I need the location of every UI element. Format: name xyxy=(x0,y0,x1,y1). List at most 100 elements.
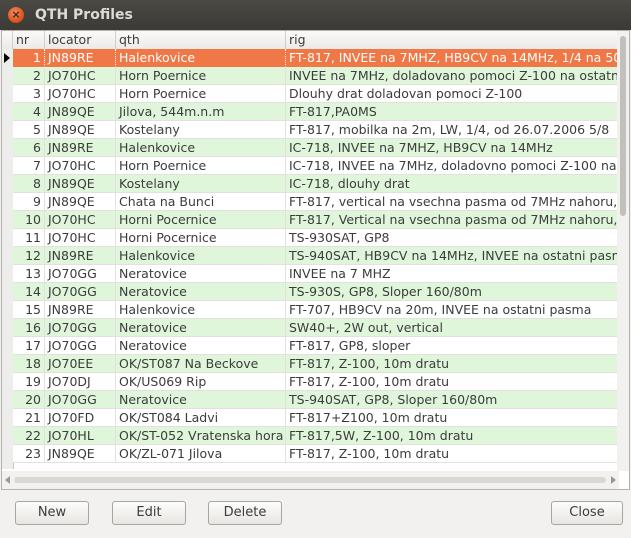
table-row[interactable]: 9 JN89QE Chata na Bunci FT-817, vertical na… xyxy=(13,193,619,211)
current-row-arrow-icon xyxy=(4,53,10,63)
cell-nr: 18 xyxy=(13,355,45,373)
delete-button[interactable]: Delete xyxy=(208,501,282,525)
cell-qth: Jilova, 544m.n.m xyxy=(116,103,286,121)
edit-button[interactable]: Edit xyxy=(112,501,186,525)
table-row[interactable]: 12 JN89RE Halenkovice TS-940SAT, HB9CV na 1… xyxy=(13,247,619,265)
cell-locator: JO70GG xyxy=(45,319,116,337)
table-row[interactable]: 22 JO70HL OK/ST-052 Vratenska hora FT-817,5… xyxy=(13,427,619,445)
cell-nr: 21 xyxy=(13,409,45,427)
table-row[interactable]: 14 JO70GG Neratovice TS-930S, GP8, Sloper 1… xyxy=(13,283,619,301)
cell-nr: 11 xyxy=(13,229,45,247)
cell-rig: FT-817, Z-100, 10m dratu xyxy=(286,355,619,373)
cell-locator: JO70HC xyxy=(45,229,116,247)
cell-nr: 13 xyxy=(13,265,45,283)
horizontal-scrollbar-track[interactable] xyxy=(14,477,606,483)
cell-qth: OK/ST-052 Vratenska hora xyxy=(116,427,286,445)
cell-qth: OK/ST084 Ladvi xyxy=(116,409,286,427)
cell-locator: JN89QE xyxy=(45,193,116,211)
cell-rig: FT-707, HB9CV na 20m, INVEE na ostatni p… xyxy=(286,301,619,319)
cell-qth: Neratovice xyxy=(116,337,286,355)
row-header-corner xyxy=(2,31,13,49)
cell-locator: JN89RE xyxy=(45,139,116,157)
table-row[interactable]: 11 JO70HC Horni Pocernice TS-930SAT, GP8 xyxy=(13,229,619,247)
cell-rig: FT-817, INVEE na 7MHZ, HB9CV na 14MHz, 1… xyxy=(286,49,619,67)
table-row[interactable]: 3 JO70HC Horn Poernice Dlouhy drat doladova… xyxy=(13,85,619,103)
cell-locator: JO70HC xyxy=(45,85,116,103)
cell-qth: Kostelany xyxy=(116,175,286,193)
cell-locator: JO70GG xyxy=(45,283,116,301)
table-row[interactable]: 18 JO70EE OK/ST087 Na Beckove FT-817, Z-100… xyxy=(13,355,619,373)
cell-rig: FT-817,PA0MS xyxy=(286,103,619,121)
cell-locator: JN89RE xyxy=(45,49,116,67)
qth-profiles-table[interactable]: nr locator qth rig 1 JN89RE Halenkovice FT-… xyxy=(1,30,630,490)
table-row[interactable]: 1 JN89RE Halenkovice FT-817, INVEE na 7MHZ,… xyxy=(13,49,619,67)
cell-rig: TS-940SAT, GP8, Sloper 160/80m xyxy=(286,391,619,409)
cell-rig: Dlouhy drat doladovan pomoci Z-100 xyxy=(286,85,619,103)
cell-locator: JO70HC xyxy=(45,67,116,85)
table-row[interactable]: 20 JO70GG Neratovice TS-940SAT, GP8, Sloper… xyxy=(13,391,619,409)
table-row[interactable]: 17 JO70GG Neratovice FT-817, GP8, sloper xyxy=(13,337,619,355)
cell-rig: FT-817+Z100, 10m dratu xyxy=(286,409,619,427)
cell-rig: INVEE na 7 MHZ xyxy=(286,265,619,283)
cell-qth: Halenkovice xyxy=(116,49,286,67)
column-header-qth[interactable]: qth xyxy=(116,31,286,49)
close-icon[interactable]: × xyxy=(8,7,24,23)
table-row[interactable]: 2 JO70HC Horn Poernice INVEE na 7MHz, dolad… xyxy=(13,67,619,85)
table-row[interactable]: 13 JO70GG Neratovice INVEE na 7 MHZ xyxy=(13,265,619,283)
cell-locator: JO70EE xyxy=(45,355,116,373)
cell-qth: Horn Poernice xyxy=(116,67,286,85)
table-row[interactable]: 23 JN89QE OK/ZL-071 Jilova FT-817, Z-100, 1… xyxy=(13,445,619,463)
cell-nr: 3 xyxy=(13,85,45,103)
cell-locator: JO70GG xyxy=(45,337,116,355)
cell-rig: FT-817, Z-100, 10m dratu xyxy=(286,445,619,463)
table-row[interactable]: 7 JO70HC Horn Poernice IC-718, INVEE na 7MH… xyxy=(13,157,619,175)
close-button[interactable]: Close xyxy=(551,501,623,525)
table-row[interactable]: 10 JO70HC Horni Pocernice FT-817, Vertical … xyxy=(13,211,619,229)
cell-locator: JN89RE xyxy=(45,247,116,265)
new-button[interactable]: New xyxy=(15,501,89,525)
cell-qth: Halenkovice xyxy=(116,247,286,265)
cell-rig: FT-817, vertical na vsechna pasma od 7MH… xyxy=(286,193,619,211)
cell-locator: JO70FD xyxy=(45,409,116,427)
cell-nr: 12 xyxy=(13,247,45,265)
cell-nr: 20 xyxy=(13,391,45,409)
cell-rig: TS-940SAT, HB9CV na 14MHz, INVEE na osta… xyxy=(286,247,619,265)
vertical-scrollbar-thumb[interactable] xyxy=(620,36,626,216)
vertical-scrollbar[interactable] xyxy=(617,31,629,471)
table-row[interactable]: 19 JO70DJ OK/US069 Rip FT-817, Z-100, 10m d… xyxy=(13,373,619,391)
cell-qth: Kostelany xyxy=(116,121,286,139)
cell-rig: FT-817, mobilka na 2m, LW, 1/4, od 26.07… xyxy=(286,121,619,139)
table-row[interactable]: 6 JN89RE Halenkovice IC-718, INVEE na 7MHZ,… xyxy=(13,139,619,157)
cell-qth: Halenkovice xyxy=(116,139,286,157)
cell-qth: Neratovice xyxy=(116,265,286,283)
cell-nr: 19 xyxy=(13,373,45,391)
table-row[interactable]: 4 JN89QE Jilova, 544m.n.m FT-817,PA0MS xyxy=(13,103,619,121)
cell-rig: IC-718, INVEE na 7MHz, doladovno pomoci … xyxy=(286,157,619,175)
table-row[interactable]: 5 JN89QE Kostelany FT-817, mobilka na 2m, L… xyxy=(13,121,619,139)
column-header-locator[interactable]: locator xyxy=(45,31,116,49)
cell-nr: 8 xyxy=(13,175,45,193)
cell-qth: Horni Pocernice xyxy=(116,211,286,229)
scroll-right-arrow-icon[interactable] xyxy=(611,476,616,484)
cell-nr: 6 xyxy=(13,139,45,157)
column-header-rig[interactable]: rig xyxy=(286,31,619,49)
table-header: nr locator qth rig xyxy=(2,31,619,50)
cell-nr: 10 xyxy=(13,211,45,229)
scroll-left-arrow-icon[interactable] xyxy=(5,476,10,484)
table-row[interactable]: 15 JN89RE Halenkovice FT-707, HB9CV na 20m,… xyxy=(13,301,619,319)
cell-nr: 9 xyxy=(13,193,45,211)
cell-rig: FT-817, Z-100, 10m dratu xyxy=(286,373,619,391)
cell-rig: IC-718, INVEE na 7MHZ, HB9CV na 14MHz xyxy=(286,139,619,157)
cell-locator: JO70GG xyxy=(45,391,116,409)
cell-qth: Horn Poernice xyxy=(116,85,286,103)
cell-rig: INVEE na 7MHz, doladovano pomoci Z-100 n… xyxy=(286,67,619,85)
horizontal-scrollbar[interactable] xyxy=(2,471,619,489)
table-row[interactable]: 16 JO70GG Neratovice SW40+, 2W out, vertica… xyxy=(13,319,619,337)
table-row[interactable]: 21 JO70FD OK/ST084 Ladvi FT-817+Z100, 10m d… xyxy=(13,409,619,427)
table-row[interactable]: 8 JN89QE Kostelany IC-718, dlouhy drat xyxy=(13,175,619,193)
cell-locator: JN89RE xyxy=(45,301,116,319)
column-header-nr[interactable]: nr xyxy=(13,31,45,49)
cell-locator: JN89QE xyxy=(45,103,116,121)
cell-rig: FT-817, GP8, sloper xyxy=(286,337,619,355)
cell-nr: 17 xyxy=(13,337,45,355)
